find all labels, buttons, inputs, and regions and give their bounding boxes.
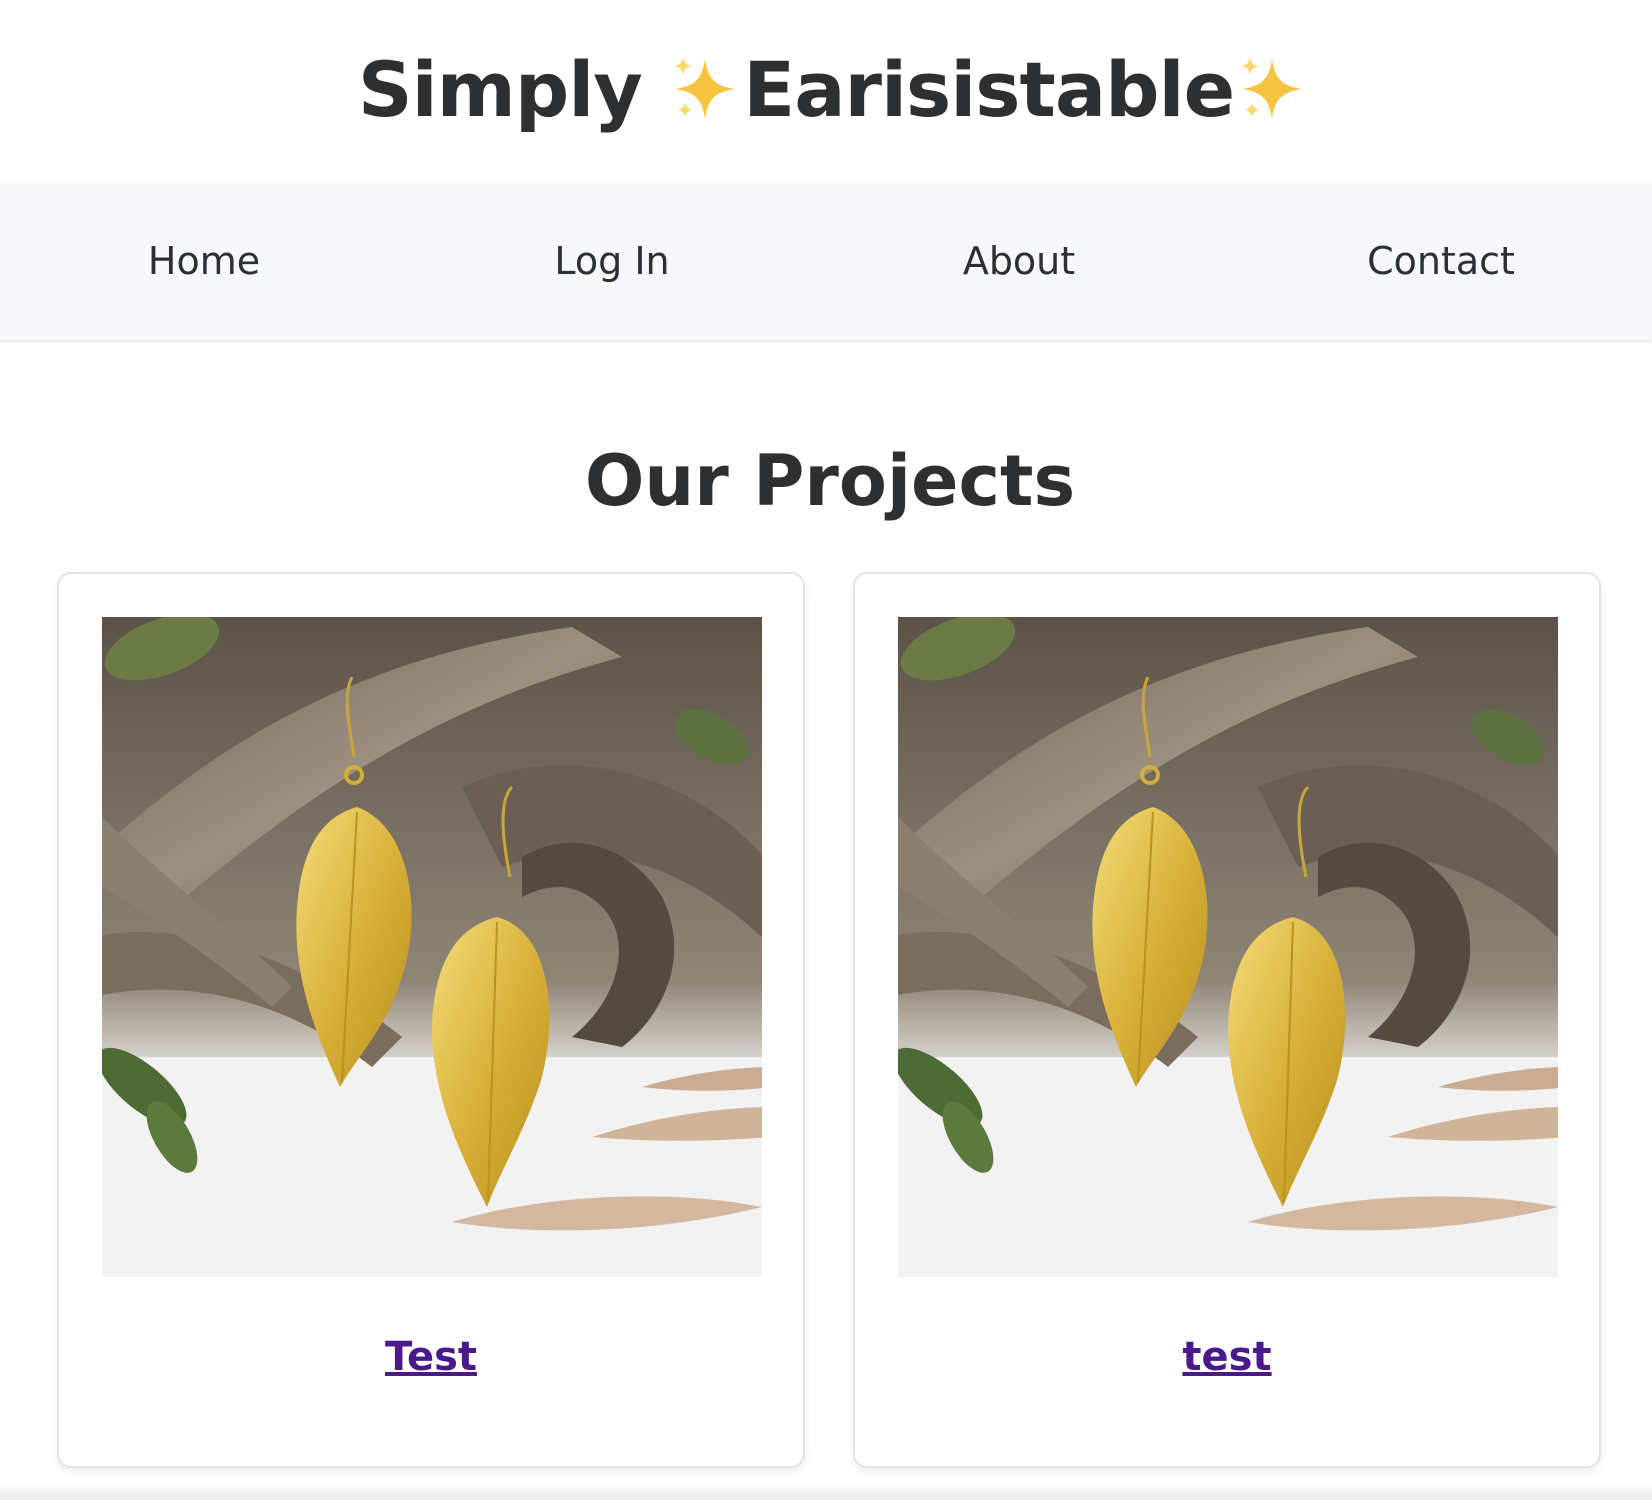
nav-item-home[interactable]: Home <box>148 239 260 283</box>
project-image-gold-leaf-earrings[interactable] <box>102 617 762 1277</box>
nav-item-about[interactable]: About <box>963 239 1075 283</box>
site-title[interactable]: Simply Earisistable <box>358 45 1310 134</box>
site-title-text-earisistable: Earisistable <box>743 44 1235 134</box>
project-title-link[interactable]: Test <box>59 1334 803 1380</box>
project-image-gold-leaf-earrings[interactable] <box>898 617 1558 1277</box>
main-nav: Home Log In About Contact <box>0 182 1652 340</box>
project-title-link[interactable]: test <box>855 1334 1599 1380</box>
nav-item-log-in[interactable]: Log In <box>554 239 669 283</box>
page-bottom-edge <box>0 1484 1652 1500</box>
site-title-text-simply: Simply <box>357 44 668 134</box>
project-card: Test <box>57 572 805 1468</box>
section-title: Our Projects <box>584 440 1076 522</box>
project-card: test <box>853 572 1601 1468</box>
sparkles-icon <box>1234 51 1310 127</box>
nav-item-contact[interactable]: Contact <box>1367 239 1515 283</box>
sparkles-icon <box>667 51 743 127</box>
site-header: Simply Earisistable <box>0 0 1652 182</box>
